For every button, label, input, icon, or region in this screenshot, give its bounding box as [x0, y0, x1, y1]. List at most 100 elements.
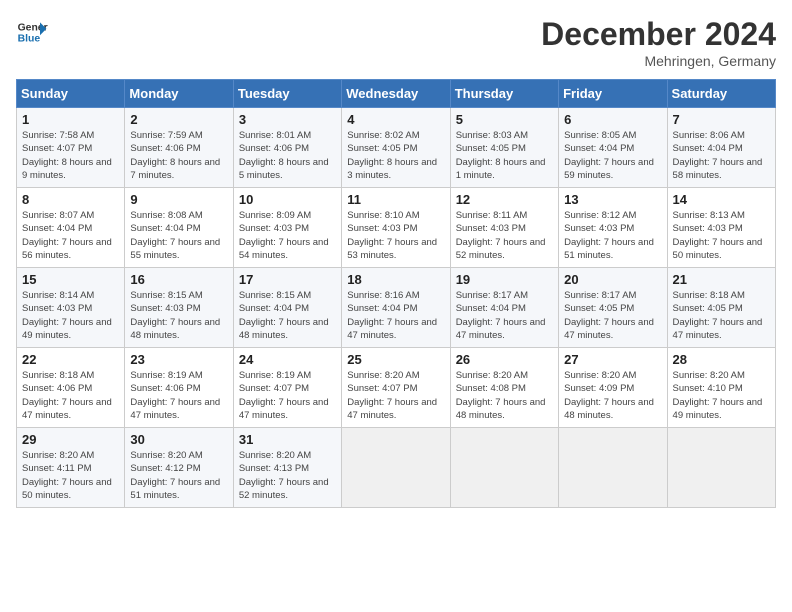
weekday-header-cell: Tuesday: [233, 80, 341, 108]
day-info: Sunrise: 8:01 AMSunset: 4:06 PMDaylight:…: [239, 129, 336, 182]
day-number: 2: [130, 112, 227, 127]
calendar-day-cell: 30 Sunrise: 8:20 AMSunset: 4:12 PMDayligh…: [125, 428, 233, 508]
calendar-day-cell: 18 Sunrise: 8:16 AMSunset: 4:04 PMDayligh…: [342, 268, 450, 348]
logo: General Blue: [16, 16, 48, 48]
calendar-day-cell: 31 Sunrise: 8:20 AMSunset: 4:13 PMDayligh…: [233, 428, 341, 508]
day-info: Sunrise: 8:19 AMSunset: 4:07 PMDaylight:…: [239, 369, 336, 422]
logo-icon: General Blue: [16, 16, 48, 48]
day-info: Sunrise: 7:59 AMSunset: 4:06 PMDaylight:…: [130, 129, 227, 182]
day-number: 28: [673, 352, 770, 367]
weekday-header-row: SundayMondayTuesdayWednesdayThursdayFrid…: [17, 80, 776, 108]
calendar-day-cell: 24 Sunrise: 8:19 AMSunset: 4:07 PMDayligh…: [233, 348, 341, 428]
day-number: 25: [347, 352, 444, 367]
day-number: 4: [347, 112, 444, 127]
day-info: Sunrise: 8:15 AMSunset: 4:03 PMDaylight:…: [130, 289, 227, 342]
calendar-week-row: 29 Sunrise: 8:20 AMSunset: 4:11 PMDayligh…: [17, 428, 776, 508]
calendar-day-cell: 7 Sunrise: 8:06 AMSunset: 4:04 PMDaylight…: [667, 108, 775, 188]
day-info: Sunrise: 8:14 AMSunset: 4:03 PMDaylight:…: [22, 289, 119, 342]
calendar-day-cell: 23 Sunrise: 8:19 AMSunset: 4:06 PMDayligh…: [125, 348, 233, 428]
calendar-day-cell: 25Sunrise: 8:20 AMSunset: 4:07 PMDayligh…: [342, 348, 450, 428]
day-number: 30: [130, 432, 227, 447]
calendar-day-cell: 19 Sunrise: 8:17 AMSunset: 4:04 PMDayligh…: [450, 268, 558, 348]
day-info: Sunrise: 8:13 AMSunset: 4:03 PMDaylight:…: [673, 209, 770, 262]
day-number: 24: [239, 352, 336, 367]
day-number: 15: [22, 272, 119, 287]
calendar-day-cell: 2 Sunrise: 7:59 AMSunset: 4:06 PMDaylight…: [125, 108, 233, 188]
day-number: 11: [347, 192, 444, 207]
day-info: Sunrise: 8:11 AMSunset: 4:03 PMDaylight:…: [456, 209, 553, 262]
day-number: 7: [673, 112, 770, 127]
header-area: General Blue December 2024 Mehringen, Ge…: [16, 16, 776, 69]
day-number: 3: [239, 112, 336, 127]
day-info: Sunrise: 8:05 AMSunset: 4:04 PMDaylight:…: [564, 129, 661, 182]
day-number: 1: [22, 112, 119, 127]
calendar-day-cell: 10 Sunrise: 8:09 AMSunset: 4:03 PMDayligh…: [233, 188, 341, 268]
day-info: Sunrise: 8:08 AMSunset: 4:04 PMDaylight:…: [130, 209, 227, 262]
day-info: Sunrise: 8:18 AMSunset: 4:06 PMDaylight:…: [22, 369, 119, 422]
day-info: Sunrise: 8:07 AMSunset: 4:04 PMDaylight:…: [22, 209, 119, 262]
day-number: 29: [22, 432, 119, 447]
title-area: December 2024 Mehringen, Germany: [541, 16, 776, 69]
day-info: Sunrise: 8:12 AMSunset: 4:03 PMDaylight:…: [564, 209, 661, 262]
day-info: Sunrise: 8:09 AMSunset: 4:03 PMDaylight:…: [239, 209, 336, 262]
day-info: Sunrise: 8:10 AMSunset: 4:03 PMDaylight:…: [347, 209, 444, 262]
day-info: Sunrise: 8:20 AMSunset: 4:13 PMDaylight:…: [239, 449, 336, 502]
weekday-header-cell: Monday: [125, 80, 233, 108]
location-title: Mehringen, Germany: [541, 53, 776, 69]
calendar-day-cell: 3 Sunrise: 8:01 AMSunset: 4:06 PMDaylight…: [233, 108, 341, 188]
day-info: Sunrise: 8:20 AMSunset: 4:12 PMDaylight:…: [130, 449, 227, 502]
day-info: Sunrise: 8:06 AMSunset: 4:04 PMDaylight:…: [673, 129, 770, 182]
day-number: 20: [564, 272, 661, 287]
calendar-day-cell: [559, 428, 667, 508]
day-number: 31: [239, 432, 336, 447]
day-number: 10: [239, 192, 336, 207]
day-info: Sunrise: 8:03 AMSunset: 4:05 PMDaylight:…: [456, 129, 553, 182]
calendar-day-cell: 28 Sunrise: 8:20 AMSunset: 4:10 PMDayligh…: [667, 348, 775, 428]
calendar-body: 1 Sunrise: 7:58 AMSunset: 4:07 PMDaylight…: [17, 108, 776, 508]
weekday-header-cell: Saturday: [667, 80, 775, 108]
day-info: Sunrise: 8:16 AMSunset: 4:04 PMDaylight:…: [347, 289, 444, 342]
day-info: Sunrise: 8:02 AMSunset: 4:05 PMDaylight:…: [347, 129, 444, 182]
day-number: 8: [22, 192, 119, 207]
calendar-day-cell: [342, 428, 450, 508]
svg-text:Blue: Blue: [18, 34, 41, 45]
calendar-day-cell: [667, 428, 775, 508]
day-number: 22: [22, 352, 119, 367]
weekday-header-cell: Friday: [559, 80, 667, 108]
day-number: 26: [456, 352, 553, 367]
day-number: 18: [347, 272, 444, 287]
day-info: Sunrise: 8:20 AMSunset: 4:09 PMDaylight:…: [564, 369, 661, 422]
calendar-week-row: 22 Sunrise: 8:18 AMSunset: 4:06 PMDayligh…: [17, 348, 776, 428]
calendar-day-cell: 5 Sunrise: 8:03 AMSunset: 4:05 PMDaylight…: [450, 108, 558, 188]
calendar-day-cell: 27 Sunrise: 8:20 AMSunset: 4:09 PMDayligh…: [559, 348, 667, 428]
calendar-day-cell: 16 Sunrise: 8:15 AMSunset: 4:03 PMDayligh…: [125, 268, 233, 348]
weekday-header-cell: Thursday: [450, 80, 558, 108]
day-info: Sunrise: 8:19 AMSunset: 4:06 PMDaylight:…: [130, 369, 227, 422]
day-number: 12: [456, 192, 553, 207]
day-number: 23: [130, 352, 227, 367]
calendar-day-cell: 1 Sunrise: 7:58 AMSunset: 4:07 PMDaylight…: [17, 108, 125, 188]
calendar-day-cell: 17Sunrise: 8:15 AMSunset: 4:04 PMDayligh…: [233, 268, 341, 348]
calendar-day-cell: 12 Sunrise: 8:11 AMSunset: 4:03 PMDayligh…: [450, 188, 558, 268]
day-number: 13: [564, 192, 661, 207]
calendar-day-cell: 14 Sunrise: 8:13 AMSunset: 4:03 PMDayligh…: [667, 188, 775, 268]
day-number: 19: [456, 272, 553, 287]
month-title: December 2024: [541, 16, 776, 53]
day-info: Sunrise: 7:58 AMSunset: 4:07 PMDaylight:…: [22, 129, 119, 182]
calendar-week-row: 1 Sunrise: 7:58 AMSunset: 4:07 PMDaylight…: [17, 108, 776, 188]
day-number: 5: [456, 112, 553, 127]
day-info: Sunrise: 8:17 AMSunset: 4:05 PMDaylight:…: [564, 289, 661, 342]
day-number: 27: [564, 352, 661, 367]
calendar-table: SundayMondayTuesdayWednesdayThursdayFrid…: [16, 79, 776, 508]
weekday-header-cell: Sunday: [17, 80, 125, 108]
day-number: 14: [673, 192, 770, 207]
day-number: 21: [673, 272, 770, 287]
day-number: 16: [130, 272, 227, 287]
calendar-day-cell: 6Sunrise: 8:05 AMSunset: 4:04 PMDaylight…: [559, 108, 667, 188]
day-info: Sunrise: 8:17 AMSunset: 4:04 PMDaylight:…: [456, 289, 553, 342]
calendar-day-cell: 20 Sunrise: 8:17 AMSunset: 4:05 PMDayligh…: [559, 268, 667, 348]
day-info: Sunrise: 8:20 AMSunset: 4:11 PMDaylight:…: [22, 449, 119, 502]
calendar-week-row: 8 Sunrise: 8:07 AMSunset: 4:04 PMDaylight…: [17, 188, 776, 268]
day-info: Sunrise: 8:20 AMSunset: 4:10 PMDaylight:…: [673, 369, 770, 422]
calendar-day-cell: 21Sunrise: 8:18 AMSunset: 4:05 PMDayligh…: [667, 268, 775, 348]
